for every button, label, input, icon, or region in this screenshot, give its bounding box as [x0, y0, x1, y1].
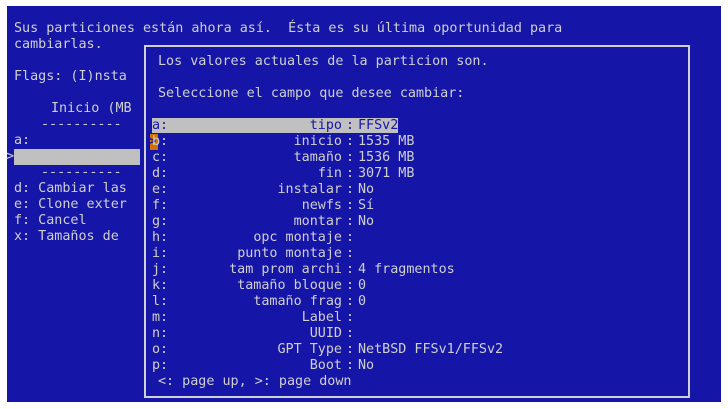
- field-value: Sí: [358, 198, 375, 213]
- field-label: tamaño bloque: [237, 278, 342, 293]
- field-key: o:: [152, 342, 169, 357]
- field-label: GPT Type: [277, 342, 343, 357]
- field-key: f:: [152, 198, 169, 213]
- field-label: fin: [317, 166, 342, 181]
- field-row[interactable]: f: newfs: Sí: [152, 198, 374, 214]
- field-row[interactable]: j: tam prom archi:4 fragmentos: [152, 262, 455, 278]
- field-key: k:: [152, 278, 169, 293]
- field-row[interactable]: b: inicio:1535 MB: [152, 134, 414, 150]
- field-label: tipo: [309, 118, 342, 133]
- partition-edit-dialog: Los valores actuales de la particion son…: [144, 45, 690, 398]
- dialog-prompt: Seleccione el campo que desee cambiar:: [158, 86, 465, 101]
- field-label: newfs: [301, 198, 342, 213]
- dash-line-2: ----------: [41, 165, 122, 180]
- field-value: No: [358, 214, 375, 229]
- field-label: punto montaje: [237, 246, 342, 261]
- field-value: No: [358, 358, 375, 373]
- field-row[interactable]: g: montar: No: [152, 214, 374, 230]
- field-separator: :: [345, 278, 355, 293]
- field-key: m:: [152, 310, 169, 325]
- field-key: j:: [152, 262, 169, 277]
- field-key: p:: [152, 358, 169, 373]
- field-key: l:: [152, 294, 169, 309]
- field-separator: :: [345, 246, 355, 261]
- field-value: 4 fragmentos: [358, 262, 455, 277]
- installer-screen: Sus particiones están ahora así. Ésta es…: [7, 6, 721, 402]
- field-separator: :: [345, 182, 355, 197]
- field-key: g:: [152, 214, 169, 229]
- flags-line: Flags: (I)nsta: [14, 69, 127, 84]
- field-label: UUID: [309, 326, 342, 341]
- field-label: instalar: [277, 182, 343, 197]
- field-separator: :: [345, 294, 355, 309]
- field-label: opc montaje: [253, 230, 342, 245]
- field-row[interactable]: l: tamaño frag:0: [152, 294, 366, 310]
- field-key: e:: [152, 182, 169, 197]
- partition-b-row[interactable]: b: 153: [14, 149, 140, 180]
- field-label: inicio: [293, 134, 342, 149]
- field-key: b:: [152, 134, 169, 149]
- field-value: 0: [358, 278, 367, 293]
- field-separator: :: [345, 342, 355, 357]
- field-separator: :: [345, 198, 355, 213]
- field-row[interactable]: k: tamaño bloque:0: [152, 278, 366, 294]
- field-key: h:: [152, 230, 169, 245]
- field-row[interactable]: h: opc montaje:: [152, 230, 358, 246]
- menu-item-sizes[interactable]: x: Tamaños de: [14, 229, 119, 245]
- field-row[interactable]: m: Label:: [152, 310, 358, 326]
- field-row[interactable]: n: UUID:: [152, 326, 358, 342]
- field-label: tamaño: [293, 150, 342, 165]
- field-row[interactable]: p: Boot: No: [152, 358, 374, 374]
- dialog-title: Los valores actuales de la particion son…: [158, 54, 489, 69]
- field-separator: :: [345, 150, 355, 165]
- field-value: FFSv2: [358, 118, 399, 133]
- menu-item-clone[interactable]: e: Clone exter: [14, 197, 127, 213]
- menu-item-change[interactable]: d: Cambiar las: [14, 181, 127, 197]
- field-value: 1536 MB: [358, 150, 415, 165]
- field-label: montar: [293, 214, 342, 229]
- field-label: Boot: [309, 358, 342, 373]
- field-separator: :: [345, 358, 355, 373]
- field-separator: :: [345, 262, 355, 277]
- field-row[interactable]: d: fin:3071 MB: [152, 166, 414, 182]
- field-separator: :: [345, 230, 355, 245]
- field-key: c:: [152, 150, 169, 165]
- field-value: 3071 MB: [358, 166, 415, 181]
- header-line-1: Sus particiones están ahora así. Ésta es…: [14, 21, 563, 36]
- field-separator: :: [345, 118, 355, 133]
- field-separator: :: [345, 310, 355, 325]
- column-header: Inicio (MB: [51, 101, 132, 116]
- dialog-footer: <: page up, >: page down: [158, 374, 352, 389]
- partition-a-key[interactable]: a:: [14, 133, 30, 149]
- field-row[interactable]: e: instalar: No: [152, 182, 374, 198]
- field-separator: :: [345, 214, 355, 229]
- field-separator: :: [345, 166, 355, 181]
- field-value: 0: [358, 294, 367, 309]
- field-key: n:: [152, 326, 169, 341]
- field-key: d:: [152, 166, 169, 181]
- header-line-2: cambiarlas.: [14, 37, 103, 52]
- dash-line: ----------: [41, 117, 122, 132]
- field-label: Label: [301, 310, 342, 325]
- field-value: 1535 MB: [358, 134, 415, 149]
- field-key: i:: [152, 246, 169, 261]
- field-row[interactable]: i: punto montaje:: [152, 246, 358, 262]
- field-separator: :: [345, 326, 355, 341]
- menu-item-cancel[interactable]: f: Cancel: [14, 213, 87, 229]
- row-pointer-icon: >: [7, 149, 15, 164]
- field-value: No: [358, 182, 375, 197]
- field-label: tam prom archi: [229, 262, 342, 277]
- field-key: a:: [152, 118, 169, 133]
- field-value: NetBSD FFSv1/FFSv2: [358, 342, 504, 357]
- field-highlight: a: tipo: FFSv2: [152, 118, 399, 133]
- field-separator: :: [345, 134, 355, 149]
- field-label: tamaño frag: [253, 294, 342, 309]
- field-row[interactable]: c: tamaño:1536 MB: [152, 150, 414, 166]
- field-row[interactable]: o: GPT Type: NetBSD FFSv1/FFSv2: [152, 342, 503, 358]
- field-row[interactable]: a: tipo: FFSv2 >: [148, 118, 399, 150]
